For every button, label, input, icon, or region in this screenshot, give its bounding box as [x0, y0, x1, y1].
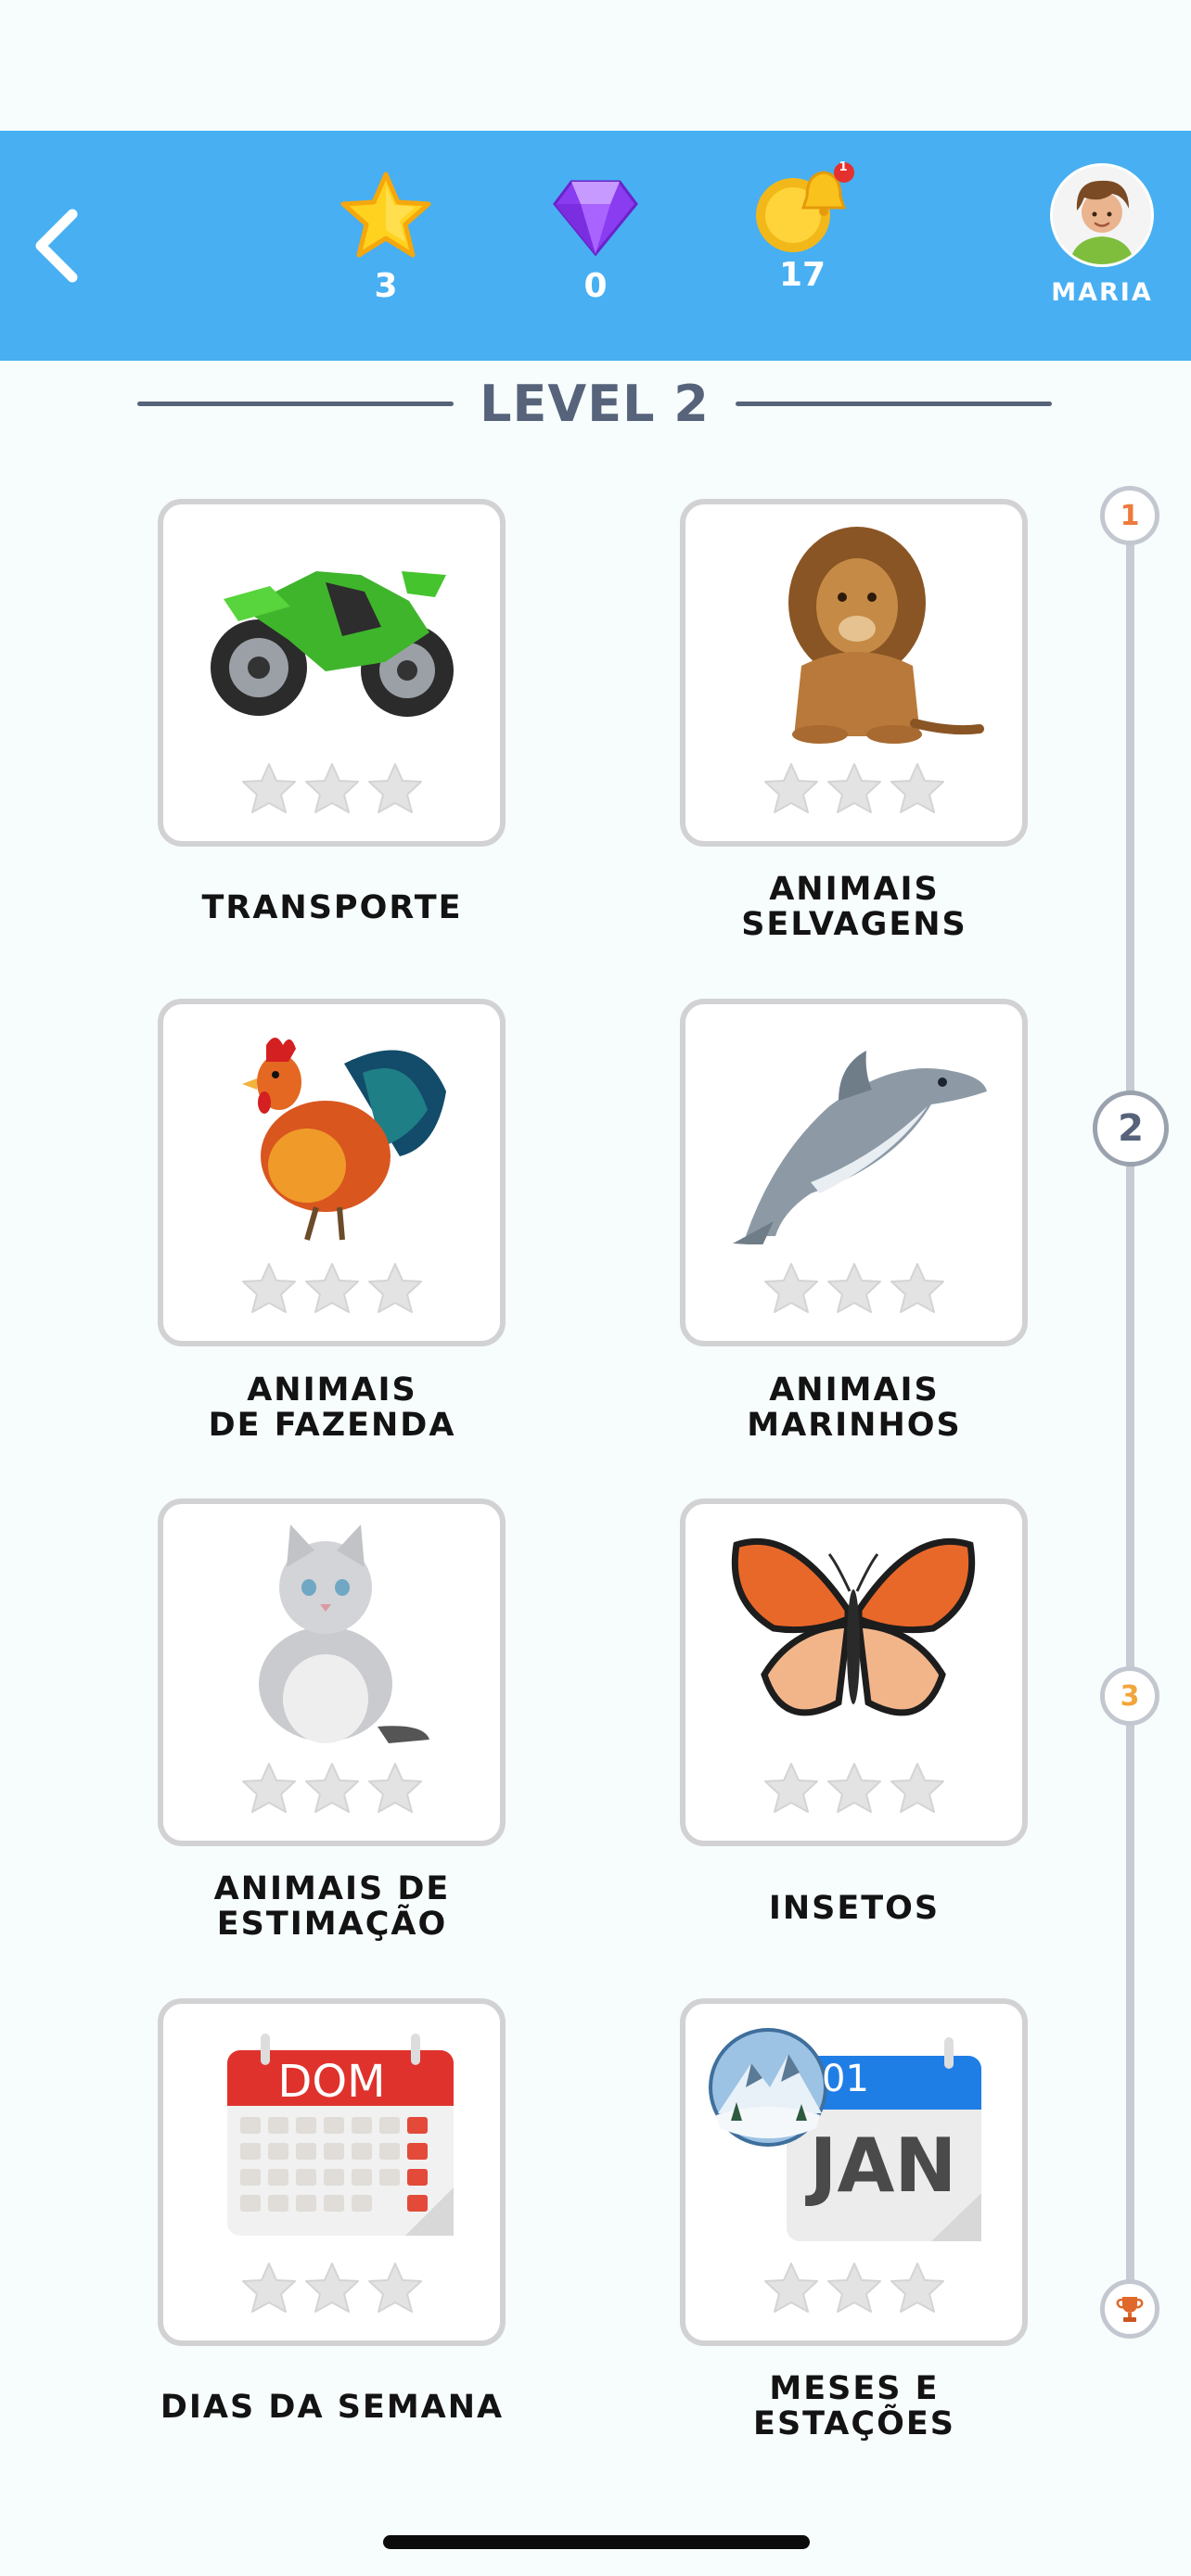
stars-count: 3	[374, 267, 398, 305]
dolphin-icon	[733, 1051, 987, 1244]
rating-stars	[163, 1761, 500, 1815]
star-empty-icon	[763, 1763, 818, 1813]
weekday-calendar-icon	[227, 2034, 454, 2236]
home-indicator	[383, 2535, 810, 2549]
star-empty-icon	[890, 2263, 944, 2313]
category-label: MESES E ESTAÇÕES	[753, 2370, 955, 2442]
category-label: TRANSPORTE	[201, 889, 463, 926]
rating-stars	[685, 2261, 1022, 2315]
level-title: LEVEL 2	[480, 374, 710, 433]
category-card-transporte[interactable]	[158, 499, 506, 847]
chevron-left-icon	[35, 209, 78, 283]
category-label: ANIMAIS SELVAGENS	[741, 871, 967, 943]
rating-stars	[685, 761, 1022, 815]
category-card-dias-da-semana[interactable]: DOM	[158, 1998, 506, 2346]
milestone-1[interactable]: 1	[1100, 486, 1159, 545]
avatar	[1050, 163, 1154, 267]
rating-stars	[163, 2261, 500, 2315]
star-empty-icon	[304, 1263, 359, 1313]
coins-count: 17	[778, 256, 826, 294]
cat-icon	[259, 1524, 429, 1743]
star-empty-icon	[826, 2263, 881, 2313]
user-avatar-icon	[1053, 166, 1151, 264]
divider	[735, 401, 1053, 406]
category-card-animais-selvagens[interactable]	[680, 499, 1028, 847]
rating-stars	[163, 761, 500, 815]
star-empty-icon	[890, 1263, 944, 1313]
category-card-animais-de-estimacao[interactable]	[158, 1498, 506, 1846]
trophy-icon	[1116, 2297, 1144, 2322]
calendar-month-text: JAN	[809, 2123, 957, 2209]
lion-icon	[788, 527, 984, 744]
motorcycle-icon	[211, 571, 454, 717]
star-empty-icon	[367, 1763, 422, 1813]
category-label: DIAS DA SEMANA	[160, 2389, 505, 2426]
notification-badge: 1	[839, 160, 848, 174]
calendar-weekday-text: DOM	[277, 2056, 386, 2108]
star-empty-icon	[763, 763, 818, 813]
star-empty-icon	[304, 763, 359, 813]
progress-rail	[1126, 516, 1134, 2309]
star-empty-icon	[241, 763, 296, 813]
rating-stars	[163, 1261, 500, 1315]
divider	[137, 401, 455, 406]
star-empty-icon	[826, 1763, 881, 1813]
star-empty-icon	[241, 1263, 296, 1313]
rooster-icon	[242, 1038, 446, 1241]
category-card-insetos[interactable]	[680, 1498, 1028, 1846]
star-empty-icon	[826, 763, 881, 813]
star-empty-icon	[367, 1263, 422, 1313]
coins-counter[interactable]: 1 17	[737, 159, 867, 294]
star-empty-icon	[241, 2263, 296, 2313]
category-label: ANIMAIS DE ESTIMAÇÃO	[213, 1870, 451, 1943]
milestone-3[interactable]: 3	[1100, 1666, 1159, 1726]
star-empty-icon	[890, 1763, 944, 1813]
user-name: MARIA	[1051, 278, 1153, 307]
category-card-animais-de-fazenda[interactable]	[158, 999, 506, 1346]
star-icon	[340, 172, 431, 258]
rating-stars	[685, 1261, 1022, 1315]
category-card-meses-e-estacoes[interactable]: 01 JAN	[680, 1998, 1028, 2346]
gems-counter: 0	[531, 171, 660, 305]
category-label: INSETOS	[768, 1890, 941, 1927]
category-label: ANIMAIS MARINHOS	[747, 1371, 962, 1444]
stars-counter: 3	[321, 171, 451, 305]
milestone-2[interactable]: 2	[1093, 1090, 1169, 1167]
back-button[interactable]	[28, 199, 93, 292]
star-empty-icon	[304, 2263, 359, 2313]
category-card-animais-marinhos[interactable]	[680, 999, 1028, 1346]
coin-bell-icon	[756, 162, 854, 252]
calendar-day-text: 01	[822, 2058, 869, 2100]
category-label: ANIMAIS DE FAZENDA	[208, 1371, 456, 1444]
star-empty-icon	[367, 2263, 422, 2313]
gems-count: 0	[583, 267, 608, 305]
star-empty-icon	[241, 1763, 296, 1813]
rating-stars	[685, 1761, 1022, 1815]
user-profile[interactable]: MARIA	[1037, 163, 1167, 307]
star-empty-icon	[763, 2263, 818, 2313]
star-empty-icon	[367, 763, 422, 813]
star-empty-icon	[763, 1263, 818, 1313]
butterfly-icon	[731, 1537, 976, 1716]
trophy-milestone[interactable]	[1100, 2279, 1159, 2339]
level-header: LEVEL 2	[137, 371, 1053, 436]
star-empty-icon	[890, 763, 944, 813]
star-empty-icon	[304, 1763, 359, 1813]
star-empty-icon	[826, 1263, 881, 1313]
gem-icon	[553, 180, 638, 257]
